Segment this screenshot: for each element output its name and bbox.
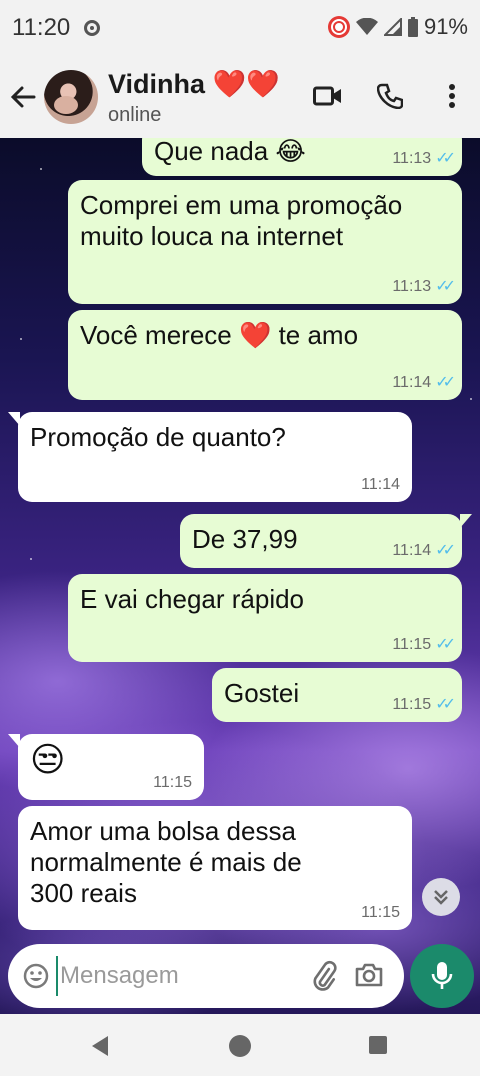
read-ticks-icon: ✓✓ bbox=[435, 373, 456, 391]
message-meta: 11:15 bbox=[361, 903, 400, 922]
message-time: 11:14 bbox=[361, 475, 400, 493]
video-call-icon[interactable] bbox=[312, 80, 344, 112]
message-meta: 11:13 ✓✓ bbox=[392, 149, 456, 168]
message-time: 11:14 bbox=[392, 373, 432, 391]
message-bubble-incoming[interactable]: Amor uma bolsa dessa normalmente é mais … bbox=[18, 806, 412, 930]
more-vert-icon[interactable] bbox=[436, 80, 468, 112]
message-text: Você merece ❤️ te amo bbox=[80, 320, 359, 350]
scroll-to-bottom-button[interactable] bbox=[422, 878, 460, 916]
message-time: 11:15 bbox=[392, 635, 432, 653]
signal-icon bbox=[383, 18, 402, 36]
record-icon bbox=[327, 16, 350, 38]
wifi-icon bbox=[355, 18, 378, 35]
message-time: 11:13 bbox=[392, 149, 432, 167]
message-bubble-outgoing[interactable]: Você merece ❤️ te amo 11:14 ✓✓ bbox=[68, 310, 462, 400]
message-bubble-outgoing[interactable]: Comprei em uma promoção muito louca na i… bbox=[68, 180, 462, 304]
message-meta: 11:13 ✓✓ bbox=[392, 277, 456, 296]
status-bar: 11:20 91% bbox=[0, 0, 480, 58]
read-ticks-icon: ✓✓ bbox=[435, 635, 456, 653]
message-text: Promoção de quanto? bbox=[30, 422, 286, 452]
message-time: 11:14 bbox=[392, 541, 432, 559]
message-text: Comprei em uma promoção muito louca na i… bbox=[80, 190, 403, 252]
avatar[interactable] bbox=[44, 70, 98, 124]
contact-status: online bbox=[108, 104, 162, 126]
message-text: 😒 bbox=[30, 741, 66, 779]
message-meta: 11:15 ✓✓ bbox=[392, 635, 456, 654]
message-meta: 11:14 ✓✓ bbox=[392, 541, 456, 560]
emoji-icon[interactable] bbox=[22, 962, 50, 990]
message-bubble-incoming[interactable]: Promoção de quanto? 11:14 bbox=[8, 412, 412, 502]
message-meta: 11:14 bbox=[361, 475, 400, 494]
attach-icon[interactable] bbox=[308, 960, 340, 992]
phone-call-icon[interactable] bbox=[374, 80, 406, 112]
message-meta: 11:15 bbox=[153, 773, 192, 792]
message-text: Amor uma bolsa dessa normalmente é mais … bbox=[30, 816, 302, 909]
battery-percent: 91% bbox=[423, 14, 468, 39]
message-time: 11:13 bbox=[392, 277, 432, 295]
message-composer bbox=[8, 944, 404, 1008]
message-bubble-outgoing[interactable]: De 37,99 11:14 ✓✓ bbox=[180, 514, 472, 568]
message-text: Que nada 😂 bbox=[154, 138, 306, 166]
read-ticks-icon: ✓✓ bbox=[435, 695, 456, 713]
battery-icon bbox=[407, 17, 418, 37]
contact-name[interactable]: Vidinha ❤️❤️ bbox=[108, 68, 280, 100]
message-input[interactable] bbox=[56, 956, 296, 996]
nav-back-icon[interactable] bbox=[92, 1036, 108, 1056]
message-bubble-outgoing[interactable]: E vai chegar rápido 11:15 ✓✓ bbox=[68, 574, 462, 662]
read-ticks-icon: ✓✓ bbox=[435, 149, 456, 167]
message-time: 11:15 bbox=[392, 695, 432, 713]
message-meta: 11:15 ✓✓ bbox=[392, 695, 456, 714]
read-ticks-icon: ✓✓ bbox=[435, 541, 456, 559]
message-bubble-incoming[interactable]: 😒 11:15 bbox=[8, 734, 204, 800]
chat-area[interactable]: Que nada 😂 11:13 ✓✓ Comprei em uma promo… bbox=[0, 138, 480, 1014]
message-meta: 11:14 ✓✓ bbox=[392, 373, 456, 392]
nav-home-icon[interactable] bbox=[229, 1035, 251, 1057]
system-nav-bar bbox=[0, 1016, 480, 1076]
message-text: De 37,99 bbox=[192, 524, 298, 554]
message-time: 11:15 bbox=[153, 773, 192, 791]
read-ticks-icon: ✓✓ bbox=[435, 277, 456, 295]
camera-icon[interactable] bbox=[354, 960, 384, 990]
chat-header: Vidinha ❤️❤️ online bbox=[0, 58, 480, 138]
message-time: 11:15 bbox=[361, 903, 400, 921]
mic-button[interactable] bbox=[410, 944, 474, 1008]
message-text: E vai chegar rápido bbox=[80, 584, 305, 614]
status-time: 11:20 bbox=[12, 14, 71, 41]
message-bubble-outgoing[interactable]: Que nada 😂 11:13 ✓✓ bbox=[142, 138, 462, 176]
mic-icon bbox=[431, 962, 453, 989]
double-chevron-down-icon bbox=[434, 890, 448, 905]
sync-icon bbox=[84, 20, 100, 36]
message-bubble-outgoing[interactable]: Gostei 11:15 ✓✓ bbox=[212, 668, 462, 722]
nav-recents-icon[interactable] bbox=[369, 1036, 387, 1054]
status-icons: 91% bbox=[327, 14, 468, 40]
message-text: Gostei bbox=[224, 678, 300, 708]
back-arrow-icon[interactable] bbox=[8, 82, 38, 112]
